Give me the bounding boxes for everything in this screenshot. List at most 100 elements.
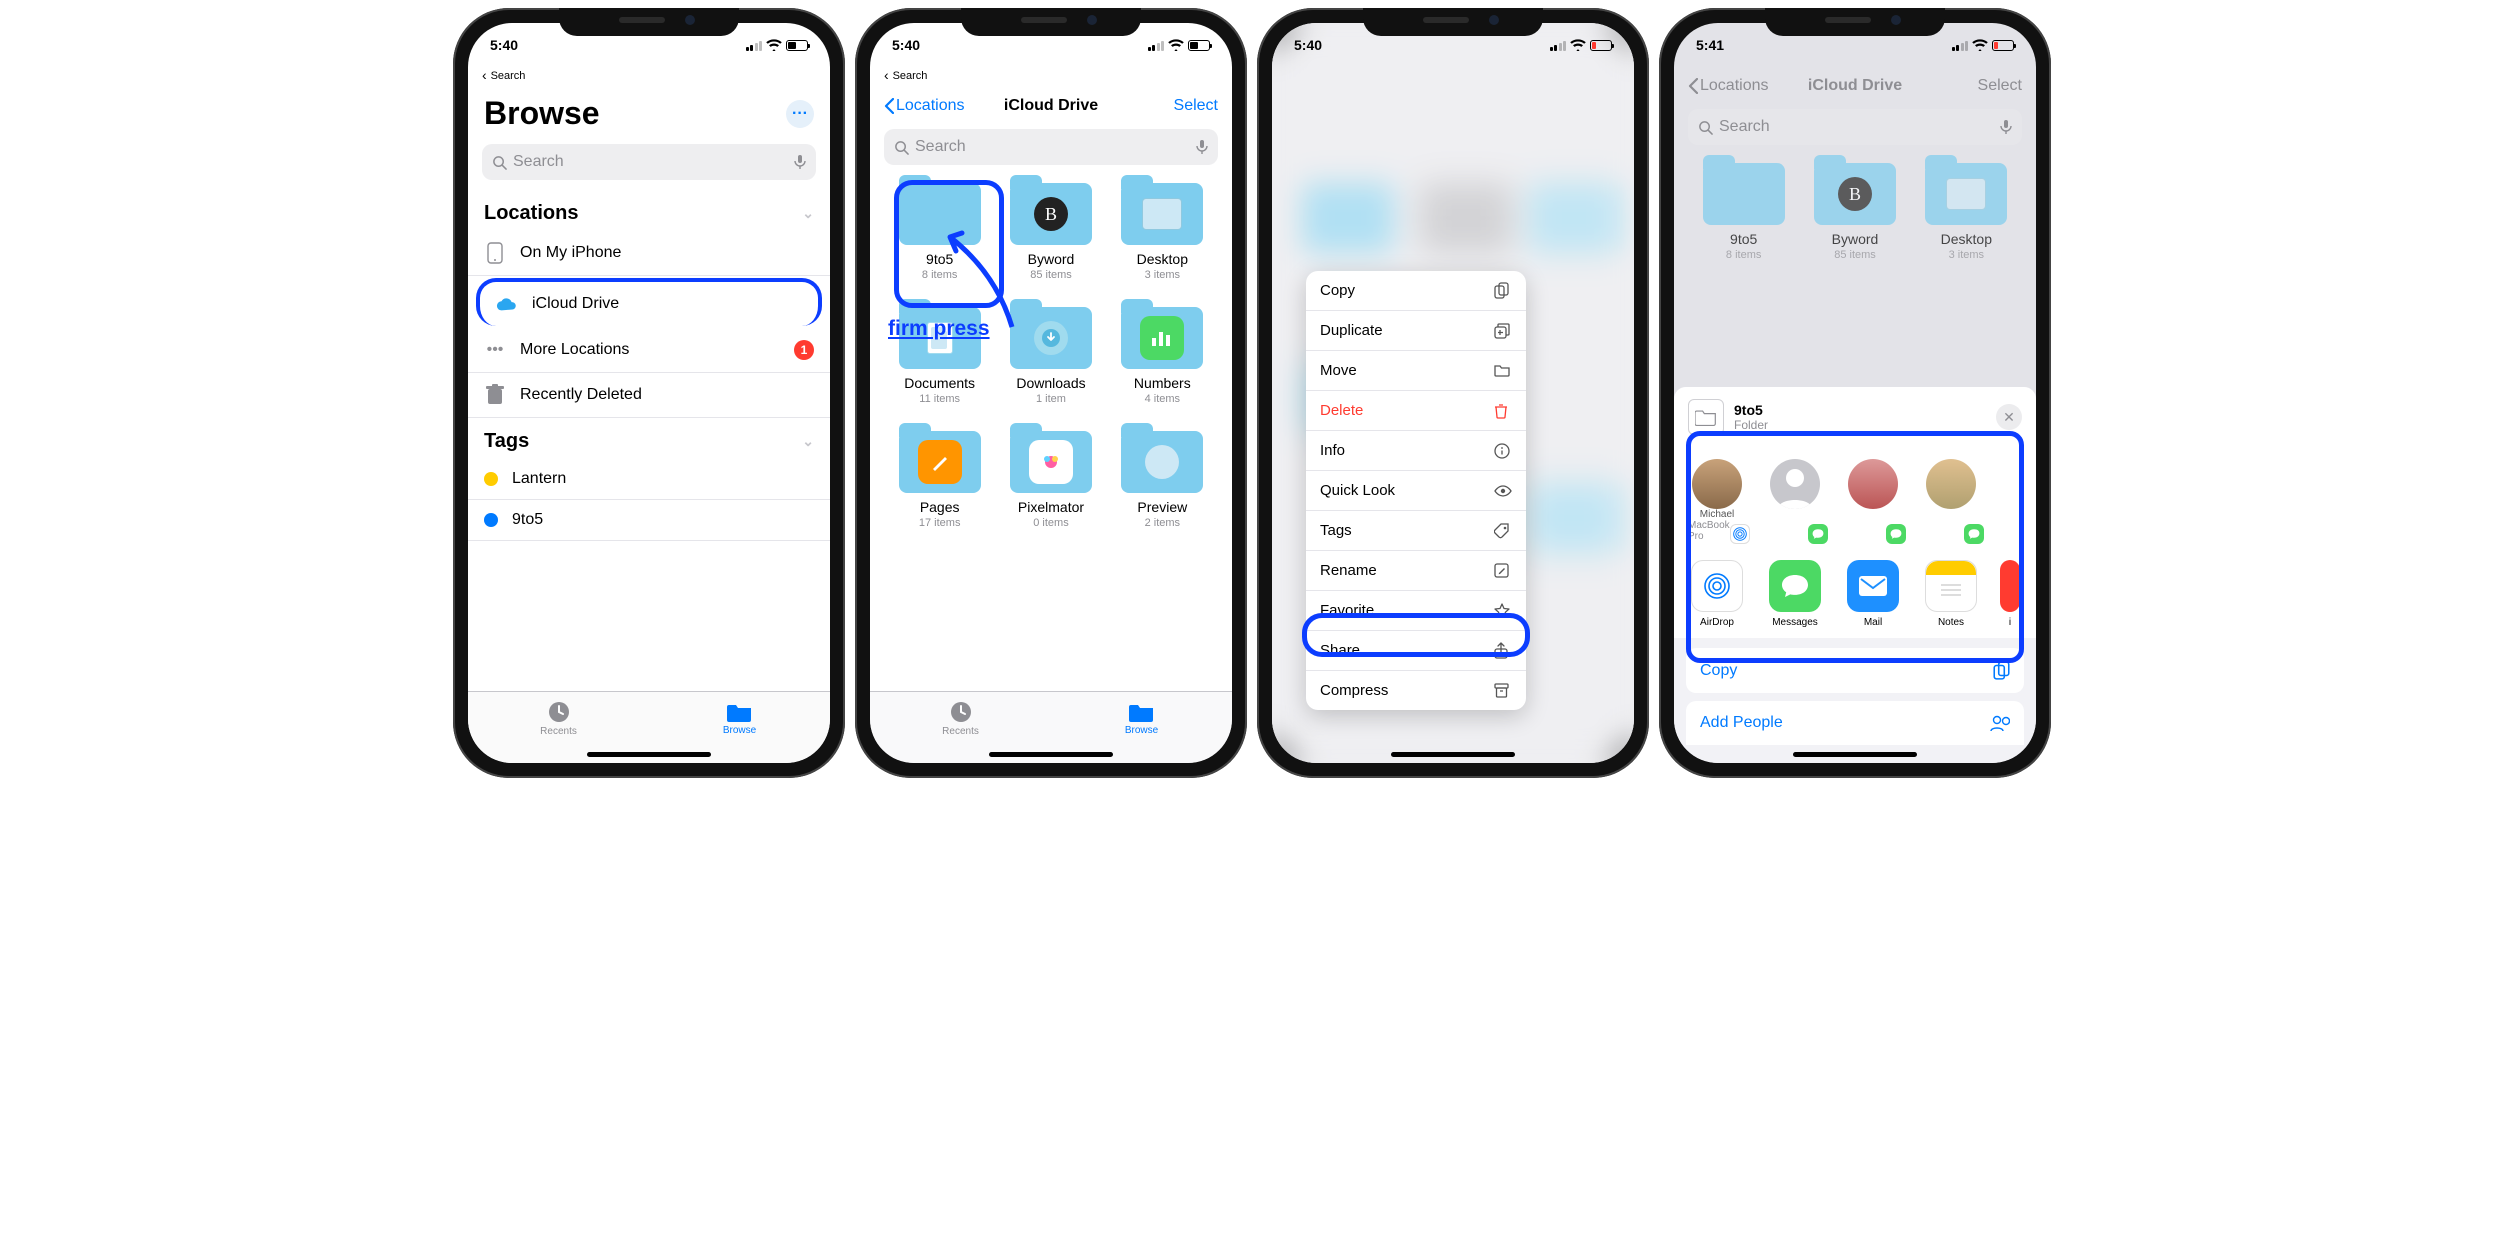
avatar [1926,459,1976,509]
search-input[interactable]: Search [482,144,816,180]
airdrop-icon [1691,560,1743,612]
location-icloud-drive[interactable]: iCloud Drive [476,278,822,326]
notes-icon [1925,560,1977,612]
tab-browse[interactable]: Browse [649,692,830,745]
contact-4[interactable] [1922,459,1980,542]
app-messages[interactable]: Messages [1766,560,1824,628]
airdrop-badge-icon [1730,524,1750,544]
search-icon [1698,120,1713,135]
section-locations[interactable]: Locations ⌄ [468,190,830,231]
home-indicator[interactable] [1391,752,1515,757]
home-indicator[interactable] [1793,752,1917,757]
folder-desktop[interactable]: Desktop 3 items [1107,183,1218,281]
app-notes[interactable]: Notes [1922,560,1980,628]
folder-icon [1121,431,1203,493]
location-on-my-iphone[interactable]: On My iPhone [468,231,830,276]
tab-browse[interactable]: Browse [1051,692,1232,745]
app-more[interactable]: i [2000,560,2020,628]
folder-preview[interactable]: Preview 2 items [1107,431,1218,529]
avatar [1848,459,1898,509]
tag-lantern[interactable]: Lantern [468,459,830,500]
pixelmator-icon [1029,440,1073,484]
ctx-delete[interactable]: Delete [1306,391,1526,431]
sheet-item-type: Folder [1734,418,1768,432]
ctx-share[interactable]: Share [1306,631,1526,671]
action-add-people[interactable]: Add People [1686,701,2024,745]
folder-pages[interactable]: Pages 17 items [884,431,995,529]
breadcrumb-back[interactable]: Search [870,67,1232,87]
ctx-tags[interactable]: Tags [1306,511,1526,551]
trash-icon [484,384,506,406]
battery-icon [1590,40,1612,51]
byword-badge-icon: B [1034,197,1068,231]
location-more[interactable]: ••• More Locations 1 [468,328,830,373]
duplicate-icon [1494,323,1512,339]
back-button[interactable]: Locations [884,97,965,115]
avatar [1692,459,1742,509]
section-tags[interactable]: Tags ⌄ [468,418,830,459]
tag-icon [1494,523,1512,539]
ctx-info[interactable]: Info [1306,431,1526,471]
folder-byword: B Byword 85 items [1799,163,1910,261]
breadcrumb-back[interactable]: Search [468,67,830,87]
action-copy[interactable]: Copy [1686,648,2024,693]
location-recently-deleted[interactable]: Recently Deleted [468,373,830,418]
ctx-quicklook[interactable]: Quick Look [1306,471,1526,511]
ctx-compress[interactable]: Compress [1306,671,1526,710]
folder-numbers[interactable]: Numbers 4 items [1107,307,1218,405]
status-time: 5:41 [1696,37,1766,53]
dictate-icon [2000,119,2012,135]
sheet-header: 9to5 Folder ✕ [1674,387,2036,447]
folder-grid: 9to5 8 items B Byword 85 items Desktop 3… [870,175,1232,529]
ctx-duplicate[interactable]: Duplicate [1306,311,1526,351]
home-indicator[interactable] [587,752,711,757]
folder-pixelmator[interactable]: Pixelmator 0 items [995,431,1106,529]
folder-icon: B [1010,183,1092,245]
tab-recents[interactable]: Recents [870,692,1051,745]
search-icon [492,155,507,170]
ctx-copy[interactable]: Copy [1306,271,1526,311]
more-button[interactable]: ··· [786,100,814,128]
messages-badge-icon [1886,524,1906,544]
signal-icon [746,40,763,51]
contact-michael[interactable]: Michael MacBook Pro [1688,459,1746,542]
sheet-item-name: 9to5 [1734,402,1768,418]
app-mail[interactable]: Mail [1844,560,1902,628]
wifi-icon [1168,39,1184,51]
close-button[interactable]: ✕ [1996,404,2022,430]
preview-icon [1145,445,1179,479]
clock-icon [547,700,571,724]
pages-icon [918,440,962,484]
contact-3[interactable] [1844,459,1902,542]
mail-icon [1847,560,1899,612]
contact-2[interactable] [1766,459,1824,542]
search-input[interactable]: Search [884,129,1218,165]
share-sheet: 9to5 Folder ✕ Michael MacBook Pro [1674,387,2036,763]
select-button[interactable]: Select [1174,97,1218,115]
star-icon [1494,603,1512,619]
ctx-move[interactable]: Move [1306,351,1526,391]
status-time: 5:40 [892,37,962,53]
chevron-down-icon: ⌄ [802,433,814,450]
ctx-favorite[interactable]: Favorite [1306,591,1526,631]
battery-icon [786,40,808,51]
tag-color-icon [484,513,498,527]
folder-icon [1121,183,1203,245]
home-indicator[interactable] [989,752,1113,757]
wifi-icon [766,39,782,51]
download-icon [1034,321,1068,355]
app-airdrop[interactable]: AirDrop [1688,560,1746,628]
ctx-rename[interactable]: Rename [1306,551,1526,591]
status-time: 5:40 [490,37,560,53]
share-icon [1494,642,1512,659]
window-icon [1142,198,1182,230]
dictate-icon[interactable] [794,154,806,170]
messages-icon [1769,560,1821,612]
tag-9to5[interactable]: 9to5 [468,500,830,541]
more-icon: ••• [484,339,506,361]
avatar [1770,459,1820,509]
tab-recents[interactable]: Recents [468,692,649,745]
apps-row: AirDrop Messages Mail Notes [1674,546,2036,638]
dictate-icon[interactable] [1196,139,1208,155]
search-icon [894,140,909,155]
